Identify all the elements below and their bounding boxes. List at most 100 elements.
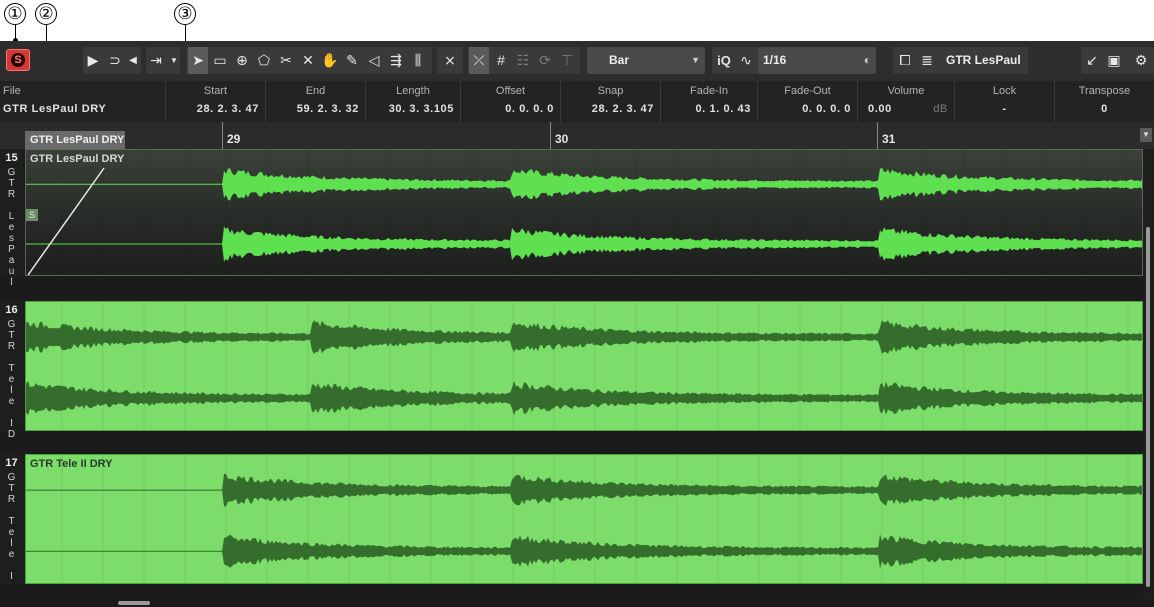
erase-icon[interactable]: ⬠ (254, 47, 274, 74)
layers-icon[interactable]: ≣ (917, 47, 937, 74)
toolbar: S ▶ ⊃ ◀ ⇥ ▼ ➤ ▭ ⊕ ⬠ ✂ ✕ ✋ ✎ ◁ ⇶ ⫼ ⨯ ⤫ # … (0, 41, 1154, 94)
info-lock-value: - (1002, 103, 1007, 115)
info-lock-label: Lock (992, 85, 1017, 97)
quantize-preset-select[interactable]: 1/16 ◐ (758, 47, 876, 74)
chevron-down-icon[interactable]: ▼ (164, 47, 184, 74)
info-transpose-label: Transpose (1078, 85, 1131, 97)
window-controls-group: ↙ ▣ ⚙ (1081, 47, 1154, 74)
iq-icon[interactable]: iQ (714, 47, 734, 74)
horizontal-scrollbar[interactable] (0, 599, 1154, 607)
info-offset-value: 0. 0. 0. 0 (505, 103, 554, 115)
info-transpose[interactable]: Transpose 0 (1054, 81, 1154, 122)
info-file[interactable]: File GTR LesPaul DRY (0, 81, 165, 122)
quantize-settings-icon[interactable]: ∿ (736, 47, 756, 74)
info-file-label: File (3, 85, 21, 97)
info-line: File GTR LesPaul DRY Start 28. 2. 3. 47 … (0, 81, 1154, 122)
audio-event[interactable] (25, 301, 1143, 431)
grid-icon[interactable]: # (491, 47, 511, 74)
solo-editor-button[interactable]: S (6, 49, 30, 71)
info-length-label: Length (396, 85, 430, 97)
draw-icon[interactable]: ✎ (342, 47, 362, 74)
callout-2: ② (35, 3, 57, 25)
mute-icon[interactable]: ✕ (298, 47, 318, 74)
audio-event[interactable]: GTR Tele II DRY (25, 454, 1143, 584)
waveform (26, 455, 1142, 583)
scroll-thumb[interactable] (118, 601, 150, 605)
tools-group: ➤ ▭ ⊕ ⬠ ✂ ✕ ✋ ✎ ◁ ⇶ ⫼ (186, 47, 432, 74)
snap-cycle-icon[interactable]: ⟳ (535, 47, 555, 74)
loop-icon[interactable]: ⊃ (105, 47, 125, 74)
info-length-value: 30. 3. 3.105 (388, 103, 454, 115)
audio-event-selected[interactable]: GTR LesPaul DRY (25, 149, 1143, 276)
ruler-bar-29: 29 (227, 132, 241, 146)
track-16: 16 GTR Tele ID (0, 301, 1154, 440)
vertical-scrollbar[interactable] (1143, 149, 1154, 607)
info-volume[interactable]: Volume 0.00 dB (857, 81, 954, 122)
info-volume-label: Volume (887, 85, 925, 97)
snap-cursor-icon[interactable]: ⊤ (557, 47, 577, 74)
window-layout-icon[interactable]: ▣ (1104, 47, 1124, 74)
snap-zero-crossing-icon[interactable]: ⨯ (440, 47, 460, 74)
ruler-menu-icon[interactable]: ▼ (1140, 128, 1152, 142)
track-name-vertical: GTR LesPaul (7, 167, 16, 288)
track-name-vertical: GTR Tele I (7, 472, 16, 582)
callout-3: ③ (174, 3, 196, 25)
hitpoints-icon[interactable]: ⫼ (408, 47, 428, 74)
play-tool-icon[interactable]: ◁ (364, 47, 384, 74)
track-17: 17 GTR Tele I GTR Tele II DRY (0, 454, 1154, 584)
info-fade-in-value: 0. 1. 0. 43 (695, 103, 751, 115)
track-number: 17 (5, 457, 18, 469)
info-snap[interactable]: Snap 28. 2. 3. 47 (560, 81, 660, 122)
snap-point-badge[interactable]: S (26, 209, 38, 221)
grid-type-select[interactable]: Bar ▼ (587, 47, 705, 74)
snap-zero-group: ⨯ (437, 47, 463, 74)
gear-icon[interactable]: ⚙ (1131, 47, 1151, 74)
info-start[interactable]: Start 28. 2. 3. 47 (165, 81, 265, 122)
track-header[interactable]: 15 GTR LesPaul (0, 149, 23, 288)
info-end-label: End (305, 85, 326, 97)
auto-scroll-icon[interactable]: ⇥ (146, 47, 166, 74)
snap-events-icon[interactable]: ☷ (513, 47, 533, 74)
ruler-bar-line (550, 122, 551, 149)
info-start-value: 28. 2. 3. 47 (196, 103, 259, 115)
track-15: 15 GTR LesPaul GTR LesPaul DRY S (0, 149, 1154, 288)
snap-icon[interactable]: ⤫ (469, 47, 489, 74)
callout-1: ① (4, 3, 26, 25)
split-icon[interactable]: ✂ (276, 47, 296, 74)
track-select[interactable]: GTR LesPaul D (940, 47, 1028, 94)
open-in-window-icon[interactable]: ↙ (1082, 47, 1102, 74)
auto-scroll-group: ⇥ ▼ (146, 47, 180, 74)
track-icon[interactable]: ⧠ (895, 47, 915, 74)
info-offset[interactable]: Offset 0. 0. 0. 0 (460, 81, 560, 122)
play-icon[interactable]: ▶ (83, 47, 103, 74)
zoom-icon[interactable]: ⊕ (232, 47, 252, 74)
info-length[interactable]: Length 30. 3. 3.105 (365, 81, 460, 122)
info-lock[interactable]: Lock - (954, 81, 1054, 122)
track-header[interactable]: 16 GTR Tele ID (0, 301, 23, 440)
transport-group: ▶ ⊃ ◀ (83, 47, 141, 74)
apply-quantize-icon[interactable]: ◐ (864, 47, 871, 74)
ruler-bar-line (222, 122, 223, 149)
range-selection-icon[interactable]: ▭ (210, 47, 230, 74)
info-transpose-value: 0 (1101, 103, 1108, 115)
track-name-vertical: GTR Tele ID (7, 319, 16, 440)
sample-editor-window: S ▶ ⊃ ◀ ⇥ ▼ ➤ ▭ ⊕ ⬠ ✂ ✕ ✋ ✎ ◁ ⇶ ⫼ ⨯ ⤫ # … (0, 41, 1154, 607)
track-number: 16 (5, 304, 18, 316)
info-offset-label: Offset (495, 85, 526, 97)
hand-icon[interactable]: ✋ (320, 47, 340, 74)
quantize-group: iQ ∿ (712, 47, 758, 74)
warp-icon[interactable]: ⇶ (386, 47, 406, 74)
info-fade-in[interactable]: Fade-In 0. 1. 0. 43 (660, 81, 757, 122)
scroll-thumb[interactable] (1146, 227, 1150, 587)
ruler[interactable]: GTR LesPaul DRY 29 30 31 ▼ (0, 122, 1154, 149)
info-fade-in-label: Fade-In (690, 85, 728, 97)
part-name-tab: GTR LesPaul DRY (25, 131, 125, 149)
solo-icon: S (11, 53, 25, 67)
info-end[interactable]: End 59. 2. 3. 32 (265, 81, 365, 122)
info-fade-out[interactable]: Fade-Out 0. 0. 0. 0 (757, 81, 857, 122)
object-selection-icon[interactable]: ➤ (188, 47, 208, 74)
snap-group: ⤫ # ☷ ⟳ ⊤ (468, 47, 580, 74)
speaker-arrow-icon[interactable]: ◀ (123, 47, 143, 74)
track-header[interactable]: 17 GTR Tele I (0, 454, 23, 584)
info-start-label: Start (203, 85, 228, 97)
